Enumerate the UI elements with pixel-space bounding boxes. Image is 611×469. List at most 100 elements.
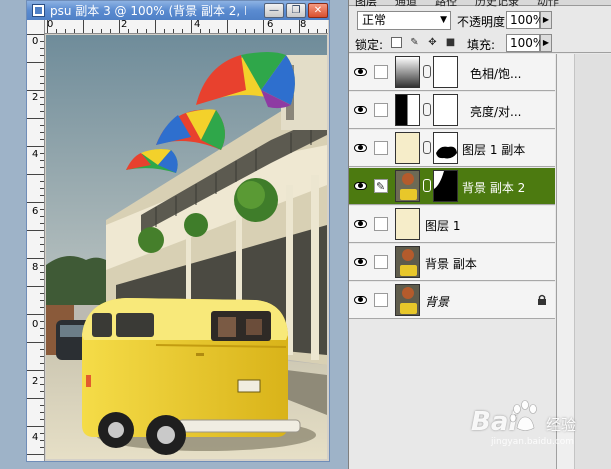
eye-icon[interactable]	[354, 218, 368, 230]
document-titlebar[interactable]: psu 副本 3 @ 100% (背景 副本 2, RGB/8) — ❐ ✕	[27, 1, 329, 20]
layer-row-selected[interactable]: ✎ 背景 副本 2	[349, 168, 555, 205]
ruler-tick	[27, 34, 44, 35]
ruler-tick	[40, 209, 44, 210]
ruler-tick	[40, 160, 44, 161]
fill-arrow-icon[interactable]: ▶	[540, 34, 552, 52]
layer-name: 背景 副本 2	[462, 181, 526, 195]
ruler-tick	[254, 29, 255, 33]
chain-icon[interactable]	[423, 179, 431, 192]
paw-icon	[509, 400, 537, 431]
layer-row[interactable]: 图层 1	[349, 206, 555, 243]
layer-thumbnail	[395, 208, 420, 240]
layer-row[interactable]: 背景	[349, 282, 555, 319]
ruler-tick	[191, 20, 192, 33]
mask-thumbnail[interactable]	[433, 94, 458, 126]
tab-history[interactable]: 历史记录	[475, 0, 519, 9]
blend-mode-select[interactable]: 正常 ▼	[357, 11, 451, 30]
chevron-down-icon: ▼	[440, 15, 447, 25]
layer-row[interactable]: 背景 副本	[349, 244, 555, 281]
layer-thumbnail	[395, 132, 420, 164]
ruler-tick	[27, 314, 44, 315]
workspace-gap	[331, 0, 349, 469]
link-box[interactable]	[374, 217, 388, 231]
eye-icon[interactable]	[354, 180, 368, 192]
ruler-tick	[27, 398, 44, 399]
link-box[interactable]	[374, 65, 388, 79]
adjustment-thumbnail	[395, 94, 420, 126]
ruler-tick	[281, 29, 282, 33]
opacity-label: 不透明度:	[457, 15, 510, 29]
ruler-number: 8	[300, 20, 307, 30]
ruler-number: 4	[32, 149, 39, 160]
ruler-tick	[27, 342, 44, 343]
lock-transparency-icon[interactable]	[391, 37, 402, 48]
link-box[interactable]	[374, 103, 388, 117]
watermark-url: jingyan.baidu.com	[491, 437, 575, 447]
opacity-input[interactable]: 100%	[506, 11, 544, 29]
eye-icon[interactable]	[354, 66, 368, 78]
tab-actions[interactable]: 动作	[537, 0, 559, 9]
eye-icon[interactable]	[354, 294, 368, 306]
ruler-tick	[40, 188, 44, 189]
ruler-tick	[40, 363, 44, 364]
minimize-button[interactable]: —	[264, 3, 284, 18]
close-button[interactable]: ✕	[308, 3, 328, 18]
image-canvas[interactable]	[46, 35, 327, 459]
ruler-tick	[164, 29, 165, 33]
eye-icon[interactable]	[354, 104, 368, 116]
eye-icon[interactable]	[354, 256, 368, 268]
ruler-tick	[218, 29, 219, 33]
fill-input[interactable]: 100%	[506, 34, 544, 52]
tab-paths[interactable]: 路径	[435, 0, 457, 9]
ruler-tick	[27, 174, 44, 175]
lock-all-icon[interactable]: ■	[445, 37, 456, 48]
ruler-tick	[182, 29, 183, 33]
mask-thumbnail[interactable]	[433, 170, 458, 202]
mask-thumbnail[interactable]	[433, 132, 458, 164]
brush-icon: ✎	[376, 180, 386, 193]
eye-icon[interactable]	[354, 142, 368, 154]
mask-thumbnail[interactable]	[433, 56, 458, 88]
ruler-tick	[40, 391, 44, 392]
layer-name: 背景 副本	[425, 257, 477, 271]
lock-paint-brush-icon[interactable]: ✎	[409, 37, 420, 48]
ruler-number: 2	[32, 92, 39, 103]
vertical-ruler[interactable]: 0 2 4 6 8 0 2 4	[27, 20, 45, 461]
restore-button[interactable]: ❐	[286, 3, 306, 18]
ruler-tick	[74, 29, 75, 33]
ruler-tick	[263, 20, 264, 33]
ruler-tick	[47, 20, 48, 33]
chain-icon[interactable]	[423, 141, 431, 154]
ruler-tick	[40, 349, 44, 350]
ruler-tick	[40, 104, 44, 105]
tab-channels[interactable]: 通道	[395, 0, 417, 9]
layer-name: 背景	[425, 295, 450, 309]
ruler-tick	[27, 370, 44, 371]
link-box[interactable]: ✎	[374, 179, 388, 193]
ruler-tick	[119, 20, 120, 33]
layer-row[interactable]: 色相/饱...	[349, 54, 555, 91]
ruler-tick	[40, 433, 44, 434]
ruler-tick	[128, 29, 129, 33]
horizontal-ruler[interactable]: 0 2 4 6 8	[45, 20, 328, 34]
chain-icon[interactable]	[423, 65, 431, 78]
ruler-tick	[245, 29, 246, 33]
chain-icon[interactable]	[423, 103, 431, 116]
layer-row[interactable]: 图层 1 副本	[349, 130, 555, 167]
ruler-tick	[173, 29, 174, 33]
ruler-tick	[40, 139, 44, 140]
opacity-arrow-icon[interactable]: ▶	[540, 11, 552, 29]
tab-layers[interactable]: 图层	[355, 0, 377, 9]
ruler-tick	[40, 76, 44, 77]
ruler-tick	[27, 202, 44, 203]
ruler-tick	[27, 118, 44, 119]
link-box[interactable]	[374, 141, 388, 155]
adjustment-thumbnail	[395, 56, 420, 88]
layer-row[interactable]: 亮度/对...	[349, 92, 555, 129]
link-box[interactable]	[374, 255, 388, 269]
ruler-tick	[290, 29, 291, 33]
lock-move-icon[interactable]: ✥	[427, 37, 438, 48]
document-window: psu 副本 3 @ 100% (背景 副本 2, RGB/8) — ❐ ✕ 0…	[26, 0, 330, 462]
baidu-watermark: Bai 经验 jingyan.baidu.com	[471, 400, 611, 450]
link-box[interactable]	[374, 293, 388, 307]
